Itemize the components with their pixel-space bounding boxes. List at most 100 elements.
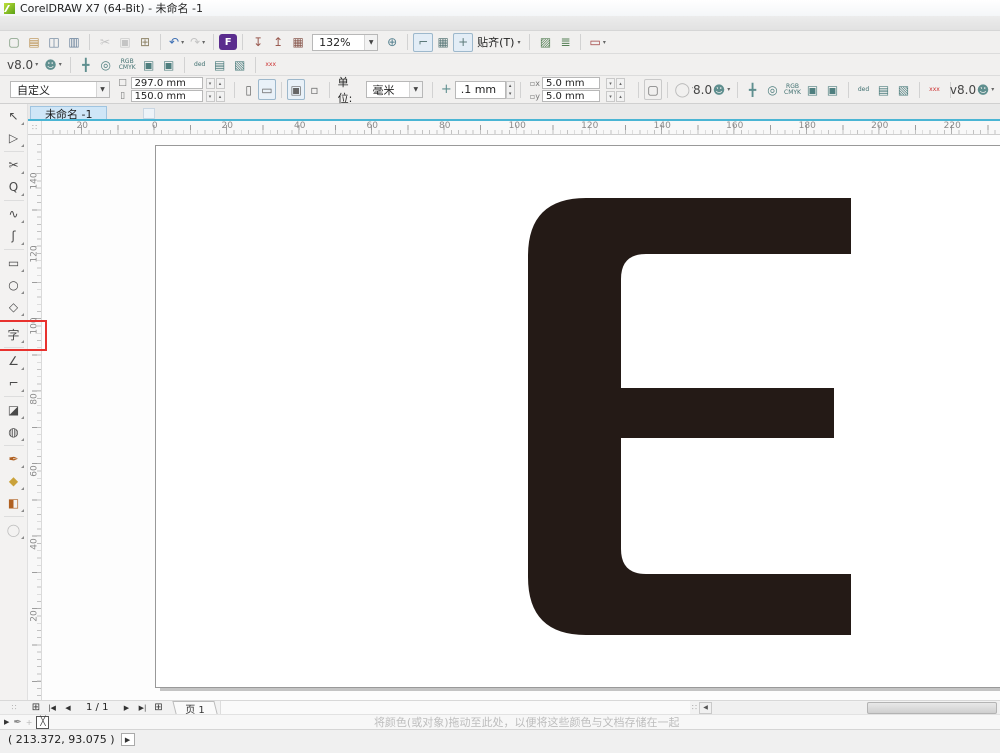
scroll-left-button[interactable]: ◀ (699, 702, 712, 714)
page[interactable] (155, 145, 1000, 688)
show-rulers-toggle[interactable]: ⌐ (413, 33, 433, 52)
freehand-tool[interactable]: ∿ (2, 203, 26, 225)
interactive-fill-tool[interactable]: ◧ (2, 492, 26, 514)
current-page-button[interactable]: ▫ (305, 79, 323, 100)
redo-button[interactable]: ↷ (187, 33, 208, 52)
vertical-ruler[interactable]: 14012010080604020 (28, 135, 42, 700)
last-page-button[interactable]: ▶| (134, 702, 150, 714)
show-guidelines-toggle[interactable]: + (453, 33, 473, 52)
macro-layers-icon[interactable]: ▧ (230, 55, 250, 74)
all-pages-button[interactable]: ▣ (287, 79, 305, 100)
landscape-button[interactable]: ▭ (258, 79, 276, 100)
ruler-origin-button[interactable]: ∷ (28, 121, 42, 135)
treat-as-filled-button[interactable]: ▢ (644, 79, 662, 100)
macro-version-label-2[interactable]: v8.0 (692, 80, 712, 99)
macro-doc-paste-icon-2[interactable]: ▣ (823, 80, 843, 99)
macro-xxx-icon[interactable]: xxx (261, 55, 281, 74)
horizontal-scrollbar-thumb[interactable] (867, 702, 997, 714)
macro-xxx-icon-2[interactable]: xxx (925, 80, 945, 99)
first-page-button[interactable]: |◀ (44, 702, 60, 714)
wireframe-icon[interactable]: ◯ (673, 79, 691, 100)
connector-tool[interactable]: ⌐ (2, 372, 26, 394)
zoom-level-combo[interactable]: 132% ▼ (312, 34, 378, 51)
page-width-field[interactable]: 297.0 mm (131, 77, 203, 89)
chevron-down-icon[interactable]: ▼ (364, 35, 377, 50)
rectangle-tool[interactable]: ▭ (2, 252, 26, 274)
page-height-field[interactable]: 150.0 mm (131, 90, 203, 102)
macro-keyboard-icon-2[interactable]: ▤ (874, 80, 894, 99)
artistic-media-tool[interactable]: ʃ (2, 225, 26, 247)
paste-button[interactable]: ⊞ (135, 33, 155, 52)
status-expand-button[interactable]: ▶ (121, 733, 135, 746)
duplicate-x-field[interactable]: 5.0 mm (542, 77, 600, 89)
macro-rgb-cmyk-icon-2[interactable]: RGB CMYK (783, 80, 803, 99)
crop-tool[interactable]: ✂ (2, 154, 26, 176)
export-button[interactable]: ↥ (268, 33, 288, 52)
drop-shadow-tool[interactable]: ◪ (2, 399, 26, 421)
macro-version-label[interactable]: v8.0 (4, 55, 41, 74)
macro-ded-icon-2[interactable]: ded (854, 80, 874, 99)
text-tool[interactable]: 字 (2, 323, 26, 345)
duplicate-y-field[interactable]: 5.0 mm (542, 90, 600, 102)
previous-page-button[interactable]: ◀ (60, 702, 76, 714)
macro-keyboard-icon[interactable]: ▤ (210, 55, 230, 74)
save-button[interactable]: ◫ (44, 33, 64, 52)
add-page-button-right[interactable]: ⊞ (150, 702, 166, 714)
macro-doc-copy-icon[interactable]: ▣ (139, 55, 159, 74)
page-tab[interactable]: 页 1 (173, 701, 218, 714)
customize-button[interactable]: ≣ (555, 33, 575, 52)
scrollbar-splitter[interactable]: ∷ (690, 703, 699, 712)
palette-eyedropper-icon[interactable]: ✒ (13, 717, 21, 728)
print-button[interactable]: ▥ (64, 33, 84, 52)
portrait-button[interactable]: ▯ (240, 79, 258, 100)
eyedropper-tool[interactable]: ✒ (2, 448, 26, 470)
polygon-tool[interactable]: ◇ (2, 296, 26, 318)
ruler-splitter-icon[interactable]: ∷ (0, 703, 28, 712)
page-height-spinner[interactable]: ▾▴ (206, 91, 225, 102)
transparency-tool[interactable]: ◍ (2, 421, 26, 443)
canvas[interactable] (42, 135, 1000, 700)
macro-align-icon-2[interactable]: ╋ (743, 80, 763, 99)
publish-pdf-button[interactable]: ▦ (288, 33, 308, 52)
macro-align-icon[interactable]: ╋ (76, 55, 96, 74)
pick-tool[interactable]: ↖ (2, 105, 26, 127)
macro-user-icon-2[interactable]: ☻ (712, 80, 732, 99)
macro-doc-paste-icon[interactable]: ▣ (159, 55, 179, 74)
open-button[interactable]: ▤ (24, 33, 44, 52)
next-page-button[interactable]: ▶ (118, 702, 134, 714)
add-page-button-left[interactable]: ⊞ (28, 702, 44, 714)
page-preset-dropdown[interactable]: 自定义 ▼ (10, 81, 110, 98)
no-color-swatch[interactable]: ╳ (36, 716, 49, 729)
macro-user-icon-3[interactable]: ☻ (976, 80, 996, 99)
macro-ded-icon[interactable]: ded (190, 55, 210, 74)
corel-connect-button[interactable]: F (219, 34, 237, 50)
show-grid-toggle[interactable]: ▦ (433, 33, 453, 52)
page-width-spinner[interactable]: ▾▴ (206, 78, 225, 89)
horizontal-ruler[interactable]: 20020406080100120140160180200220 (42, 121, 1000, 135)
palette-add-icon[interactable]: + (26, 718, 33, 727)
macro-user-icon[interactable]: ☻ (41, 55, 65, 74)
cut-button[interactable]: ✂ (95, 33, 115, 52)
macro-rgb-cmyk-icon[interactable]: RGB CMYK (116, 55, 139, 74)
letter-artwork[interactable] (528, 198, 851, 635)
units-dropdown[interactable]: 毫米 ▼ (366, 81, 423, 98)
new-document-button[interactable]: ▢ (4, 33, 24, 52)
copy-button[interactable]: ▣ (115, 33, 135, 52)
new-document-tab-button[interactable] (143, 108, 155, 119)
dimension-tool[interactable]: ∠ (2, 350, 26, 372)
palette-expand-icon[interactable]: ▶ (4, 718, 9, 726)
nudge-field[interactable]: .1 mm (455, 81, 506, 99)
fill-tool[interactable]: ◆ (2, 470, 26, 492)
snap-to-button[interactable]: 贴齐(T) (473, 33, 524, 52)
nudge-spinner[interactable]: ▴▾ (506, 81, 515, 99)
chevron-down-icon[interactable]: ▼ (96, 82, 109, 97)
macro-doc-copy-icon-2[interactable]: ▣ (803, 80, 823, 99)
full-screen-preview-button[interactable]: ⊕ (382, 33, 402, 52)
shape-tool[interactable]: ▷ (2, 127, 26, 149)
import-button[interactable]: ↧ (248, 33, 268, 52)
workspace-button[interactable]: ▭ (586, 33, 608, 52)
ellipse-tool[interactable]: ○ (2, 274, 26, 296)
macro-gears-icon[interactable]: ◎ (96, 55, 116, 74)
outline-tool[interactable]: ◯ (2, 519, 26, 541)
undo-button[interactable]: ↶ (166, 33, 187, 52)
